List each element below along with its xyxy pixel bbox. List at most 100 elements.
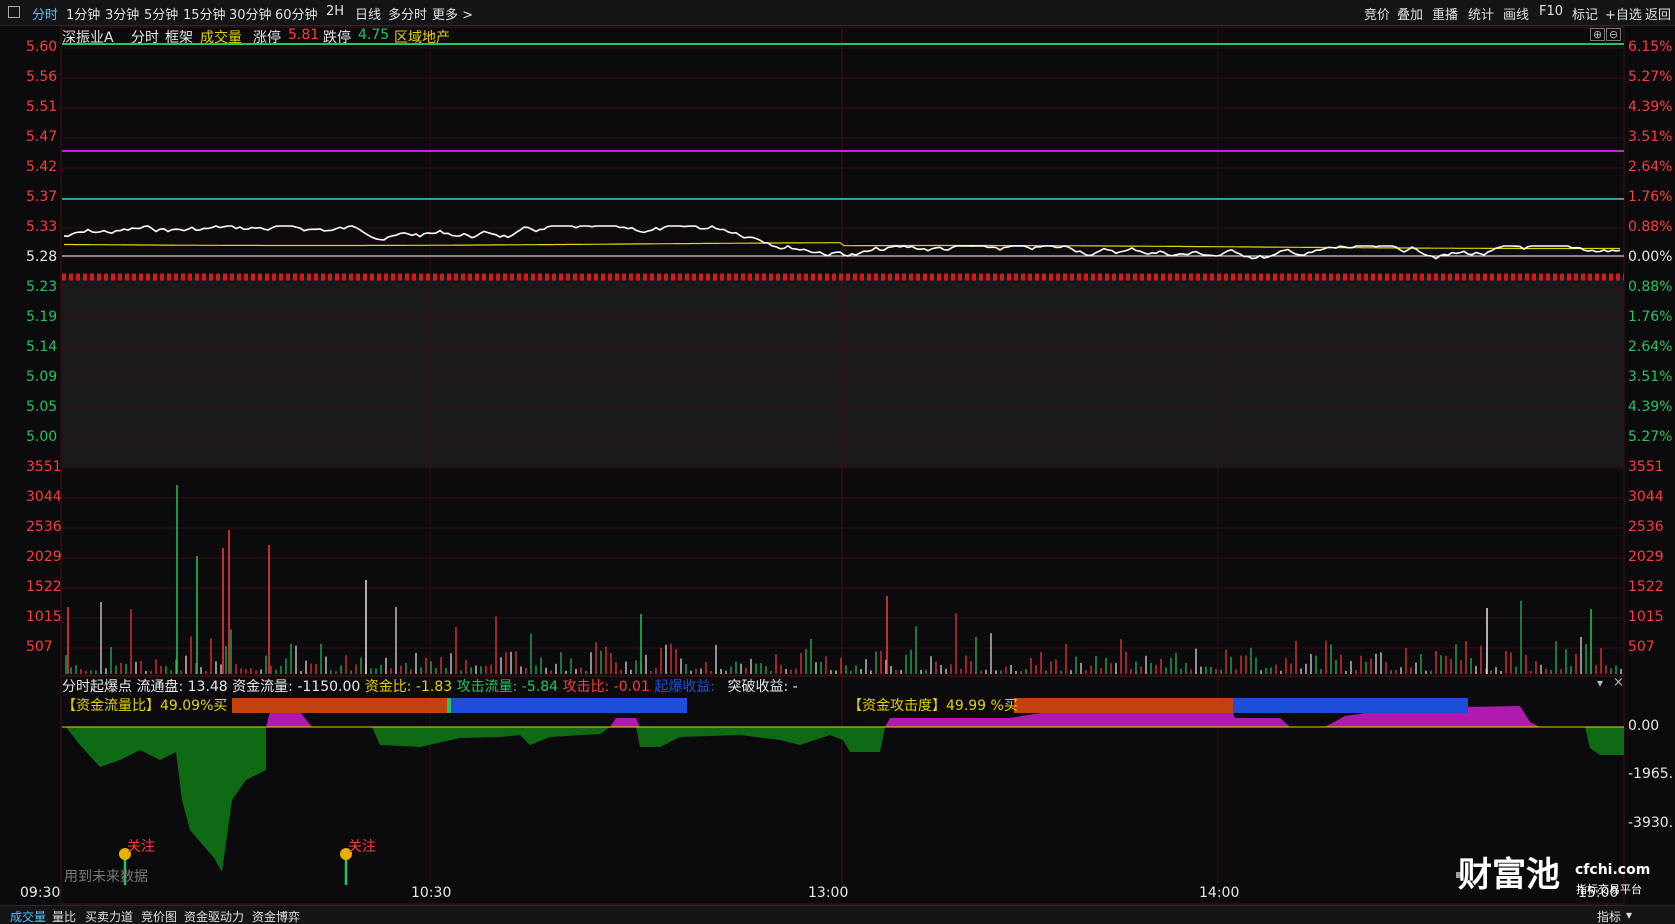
focus-mark-2: 关注 [348, 839, 376, 855]
flow-negative-area [636, 727, 885, 752]
pct-tick: 3.51% [1628, 129, 1673, 145]
volume-tick: 1522 [26, 579, 62, 595]
ratio-value: -1.83 [415, 679, 453, 695]
break-value: - [792, 679, 798, 695]
indicator-title: 分时起爆点 [62, 679, 132, 695]
bottom-tabs: 成交量 量比 买卖力道 竞价图 资金驱动力 资金博弈 指标 ▾ [0, 905, 1675, 924]
flow-value: -1150.00 [297, 679, 361, 695]
volume-tick: 3044 [26, 489, 62, 505]
pct-tick: 4.39% [1628, 99, 1673, 115]
limit-down-value: 4.75 [358, 27, 390, 43]
flow-positive-area [266, 712, 312, 727]
flow-positive-area [610, 718, 640, 727]
price-tick: 5.23 [26, 279, 58, 295]
time-1030: 10:30 [411, 885, 452, 901]
ind-axis-0: 0.00 [1628, 718, 1660, 734]
price-tick: 5.56 [26, 69, 58, 85]
price-tick: 5.19 [26, 309, 58, 325]
float-value: 13.48 [187, 679, 228, 695]
tab-volume[interactable]: 成交量 [10, 908, 46, 924]
tab-volume-ratio[interactable]: 量比 [52, 908, 76, 924]
price-tick: 5.14 [26, 339, 58, 355]
ind-axis-1: -1965. [1628, 766, 1674, 782]
tab-auction-chart[interactable]: 竞价图 [141, 908, 177, 924]
flow-negative-area [1585, 727, 1624, 755]
volume-tick: 1015 [1628, 609, 1664, 625]
time-1300: 13:00 [808, 885, 849, 901]
focus-mark-1: 关注 [127, 839, 155, 855]
future-data-note: 用到未来数据 [64, 869, 148, 885]
flow-negative-area [66, 727, 266, 872]
price-tick: 5.47 [26, 129, 58, 145]
pct-tick: 1.76% [1628, 309, 1673, 325]
flow-label: 资金流量: [232, 679, 293, 695]
time-0930: 09:30 [20, 885, 61, 901]
watermark-site: cfchi.com [1575, 862, 1651, 878]
volume-tick: 2536 [1628, 519, 1664, 535]
volume-tick: 3044 [1628, 489, 1664, 505]
time-1400: 14:00 [1199, 885, 1240, 901]
price-tick: 5.09 [26, 369, 58, 385]
dropdown-icon[interactable]: ▾ [1597, 676, 1603, 690]
stock-name: 深振业A [62, 30, 114, 46]
price-tick: 5.28 [26, 249, 58, 265]
volume-tick: 507 [26, 639, 53, 655]
close-icon[interactable]: × [1613, 675, 1624, 690]
bottom-dropdown-icon[interactable]: ▾ [1626, 908, 1632, 922]
volume-tick: 2536 [26, 519, 62, 535]
pct-tick: 2.64% [1628, 339, 1673, 355]
attack-label: 攻击流量: [456, 679, 518, 695]
volume-tick: 507 [1628, 639, 1655, 655]
tab-fund-game[interactable]: 资金博弈 [252, 908, 300, 924]
ratio-label: 资金比: [364, 679, 412, 695]
pct-tick: 1.76% [1628, 189, 1673, 205]
pct-tick: 5.27% [1628, 69, 1673, 85]
pct-tick: 4.39% [1628, 399, 1673, 415]
pct-tick: 0.88% [1628, 219, 1673, 235]
attack-ratio-label: 攻击比: [562, 679, 610, 695]
flow-ratio-mid-bar [447, 698, 451, 713]
price-tick: 5.00 [26, 429, 58, 445]
attack-deg-sell-bar [1014, 698, 1233, 713]
indicator-menu[interactable]: 指标 [1597, 908, 1621, 924]
price-tick: 5.05 [26, 399, 58, 415]
attack-deg-buy-bar [1233, 698, 1468, 713]
volume-tick: 1015 [26, 609, 62, 625]
volume-tick: 1522 [1628, 579, 1664, 595]
indicator-area [62, 706, 1624, 872]
price-tick: 5.42 [26, 159, 58, 175]
volume-legend: 成交量 [200, 30, 242, 46]
burst-label: 起爆收益: [654, 679, 716, 695]
expand-icon[interactable]: ⊕ [1590, 28, 1606, 41]
volume-bars [65, 485, 1622, 674]
limit-down-label: 跌停 [323, 30, 351, 46]
volume-tick: 2029 [26, 549, 62, 565]
attack-value: -5.84 [521, 679, 559, 695]
watermark-brand: 财富池 [1458, 855, 1560, 895]
limit-up-value: 5.81 [288, 27, 320, 43]
mode-label[interactable]: 分时 [131, 27, 159, 47]
sector-label[interactable]: 区域地产 [394, 27, 450, 47]
price-tick: 5.37 [26, 189, 58, 205]
volume-tick: 2029 [1628, 549, 1664, 565]
frame-label[interactable]: 框架 [165, 27, 193, 47]
volume-tick: 3551 [1628, 459, 1664, 475]
collapse-icon[interactable]: ⊖ [1606, 28, 1622, 41]
price-tick: 5.51 [26, 99, 58, 115]
pct-tick: 2.64% [1628, 159, 1673, 175]
pct-tick: 6.15% [1628, 39, 1673, 55]
pct-tick: 3.51% [1628, 369, 1673, 385]
volume-tick: 3551 [26, 459, 62, 475]
float-label: 流通盘: [136, 679, 184, 695]
limit-up-label: 涨停 [253, 30, 281, 46]
break-label: 突破收益: [727, 679, 789, 695]
attack-deg-text: 【资金攻击度】49.99 %买 [848, 698, 1018, 714]
watermark-slogan: 指标交易平台 [1576, 883, 1642, 896]
pct-tick: 5.27% [1628, 429, 1673, 445]
price-tick: 5.33 [26, 219, 58, 235]
flow-ratio-sell-bar [232, 698, 447, 713]
tab-fund-drive[interactable]: 资金驱动力 [184, 908, 244, 924]
flow-ratio-buy-bar [451, 698, 687, 713]
ind-axis-2: -3930. [1628, 815, 1674, 831]
tab-buy-sell-force[interactable]: 买卖力道 [85, 908, 133, 924]
